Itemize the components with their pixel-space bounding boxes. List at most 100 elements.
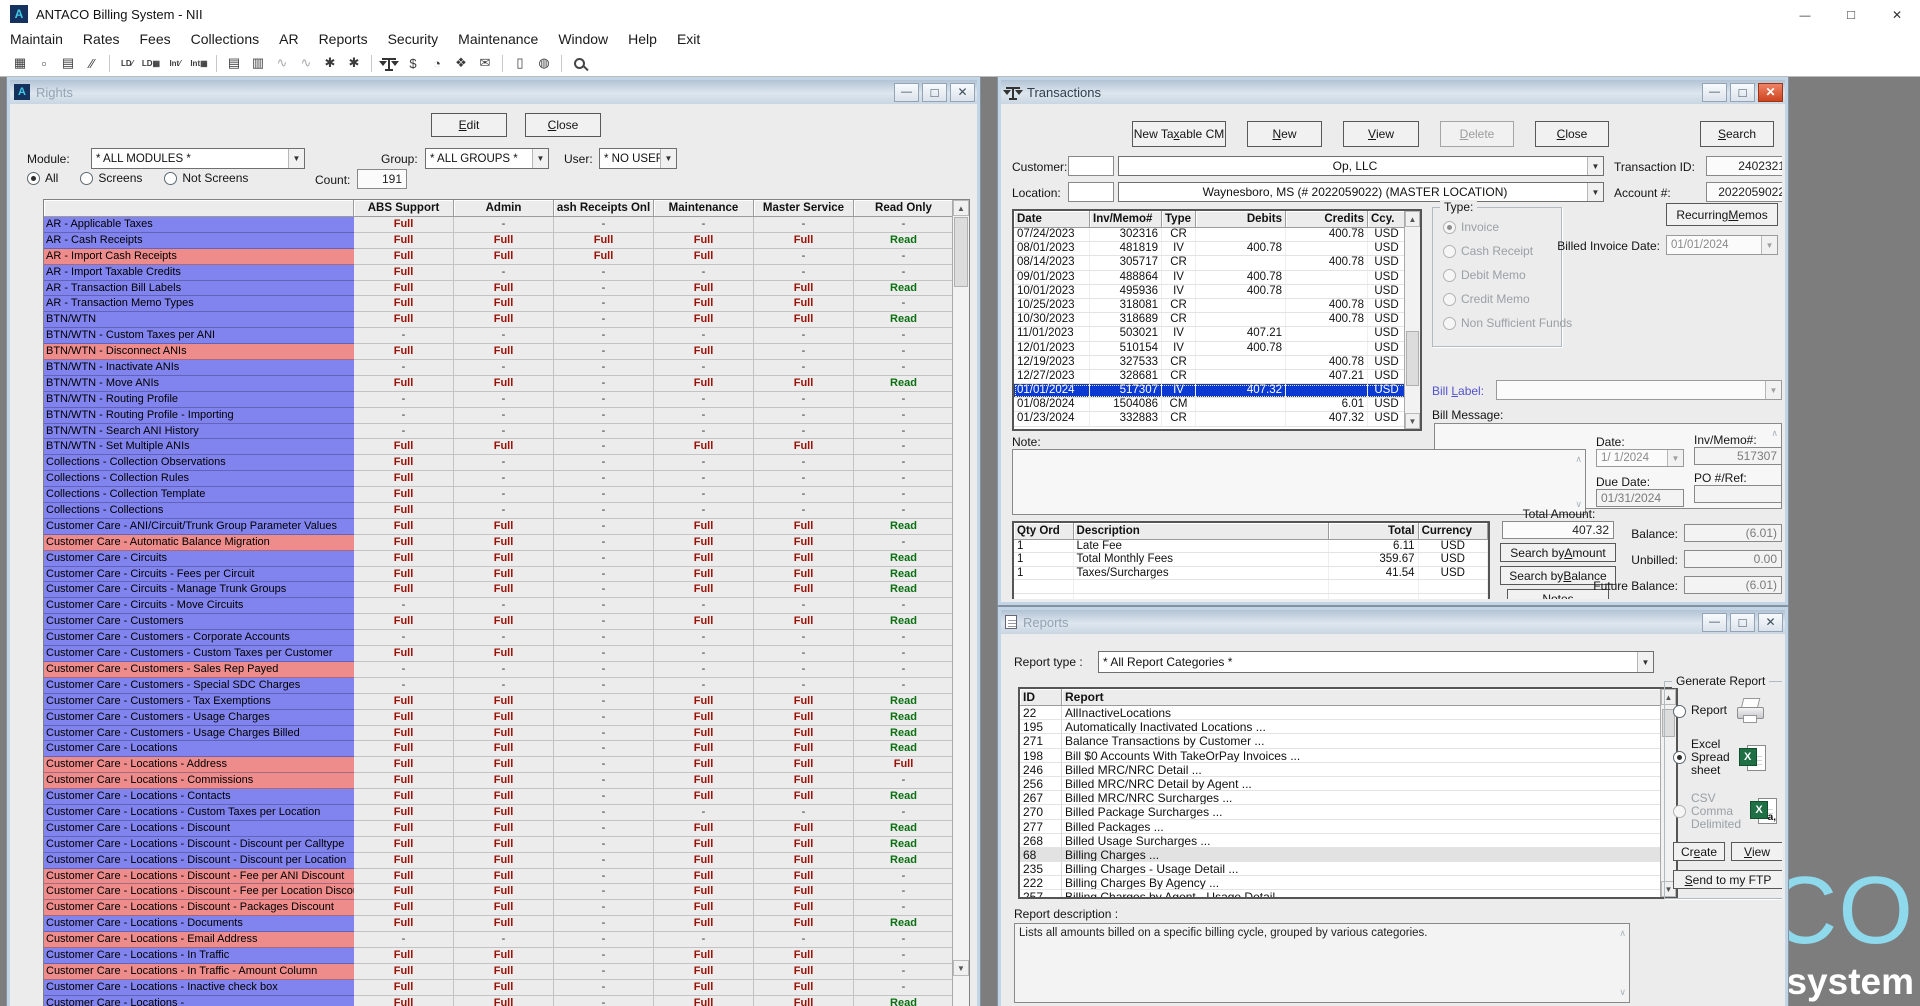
payments-icon[interactable]: $ xyxy=(402,53,424,73)
report-row[interactable]: 22AllInactiveLocations xyxy=(1020,706,1676,720)
rights-row[interactable]: AR - Transaction Memo TypesFullFull-Full… xyxy=(44,296,969,312)
chevron-up-icon[interactable]: ∧ xyxy=(1771,428,1778,439)
type-radio-debit-memo[interactable]: Debit Memo xyxy=(1443,268,1572,282)
rights-restore-icon[interactable] xyxy=(922,83,947,102)
web-icon[interactable]: ◍ xyxy=(533,53,555,73)
rights-row[interactable]: AR - Cash ReceiptsFullFullFullFullFullRe… xyxy=(44,233,969,249)
fees-icon[interactable]: ❖ xyxy=(450,53,472,73)
note-box[interactable]: ∧ ∨ xyxy=(1012,449,1586,515)
rights-row[interactable]: Customer Care - Locations - ContactsFull… xyxy=(44,789,969,805)
report-row[interactable]: 195Automatically Inactivated Locations .… xyxy=(1020,720,1676,734)
location-select[interactable]: Waynesboro, MS (# 2022059022) (MASTER LO… xyxy=(1118,182,1604,202)
location-code-input[interactable] xyxy=(1068,182,1114,202)
rights-row[interactable]: Customer Care - Locations - In Traffic -… xyxy=(44,964,969,980)
scroll-down-icon[interactable]: ▼ xyxy=(1405,413,1420,429)
transaction-row[interactable]: 01/01/2024517307IV407.32USD xyxy=(1014,384,1420,398)
report-row[interactable]: 277Billed Packages ... xyxy=(1020,820,1676,834)
locations-icon[interactable]: ▤ xyxy=(57,53,79,73)
transactions-column-header[interactable]: Inv/Memo# xyxy=(1090,211,1162,228)
rights-row[interactable]: BTN/WTN - Search ANI History------ xyxy=(44,424,969,440)
process-alt-icon[interactable]: ✱ xyxy=(343,53,365,73)
view-button[interactable]: View xyxy=(1343,121,1419,147)
items-column-header[interactable]: Currency xyxy=(1419,523,1488,540)
chevron-down-icon[interactable] xyxy=(1587,157,1603,175)
view-button[interactable]: View xyxy=(1731,842,1782,861)
menu-maintain[interactable]: Maintain xyxy=(0,31,73,47)
rights-row[interactable]: Collections - Collection ObservationsFul… xyxy=(44,455,969,471)
report-row[interactable]: 270Billed Package Surcharges ... xyxy=(1020,805,1676,819)
rights-row[interactable]: AR - Import Taxable CreditsFull----- xyxy=(44,265,969,281)
scroll-thumb[interactable] xyxy=(1406,331,1419,386)
create-button[interactable]: Create xyxy=(1673,842,1725,861)
bill-label-select[interactable] xyxy=(1496,380,1782,400)
report-description-box[interactable]: Lists all amounts billed on a specific b… xyxy=(1014,923,1630,1003)
menu-help[interactable]: Help xyxy=(618,31,667,47)
transactions-column-header[interactable]: Debits xyxy=(1196,211,1286,228)
rights-row[interactable]: Customer Care - Locations - DocumentsFul… xyxy=(44,916,969,932)
ani-icon[interactable]: ▫ xyxy=(33,53,55,73)
menu-fees[interactable]: Fees xyxy=(130,31,181,47)
close-icon[interactable] xyxy=(1874,0,1920,28)
rights-row[interactable]: Customer Care - Circuits - Manage Trunk … xyxy=(44,582,969,598)
chevron-down-icon[interactable] xyxy=(1587,183,1603,201)
rights-row[interactable]: Customer Care - CircuitsFullFull-FullFul… xyxy=(44,551,969,567)
rights-column-header[interactable] xyxy=(44,200,354,217)
transaction-row[interactable]: 09/01/2023488864IV400.78USD xyxy=(1014,271,1420,285)
rights-row[interactable]: Customer Care - Circuits - Fees per Circ… xyxy=(44,567,969,583)
transaction-row[interactable]: 08/01/2023481819IV400.78USD xyxy=(1014,242,1420,256)
customer-code-input[interactable] xyxy=(1068,156,1114,176)
chevron-up-icon[interactable]: ∧ xyxy=(1575,454,1582,465)
chevron-down-icon[interactable] xyxy=(532,149,548,168)
customer-select[interactable]: Op, LLC xyxy=(1118,156,1604,176)
transactions-grid-scrollbar[interactable]: ▲ ▼ xyxy=(1404,211,1420,429)
transaction-row[interactable]: 08/14/2023305717CR400.78USD xyxy=(1014,256,1420,270)
rights-row[interactable]: Customer Care - Customers - Usage Charge… xyxy=(44,726,969,742)
rights-row[interactable]: Customer Care - Locations - Discount - F… xyxy=(44,884,969,900)
scroll-up-icon[interactable]: ▲ xyxy=(1405,211,1420,227)
collections-icon[interactable]: ◔ xyxy=(426,53,448,73)
chevron-down-icon[interactable] xyxy=(660,149,676,168)
transactions-column-header[interactable]: Credits xyxy=(1286,211,1368,228)
rights-minimize-icon[interactable] xyxy=(894,83,919,102)
ld-rates-icon[interactable]: LD⁄ xyxy=(116,53,138,73)
printer-icon[interactable] xyxy=(1735,698,1765,724)
rights-row[interactable]: BTN/WTN - Routing Profile - Importing---… xyxy=(44,408,969,424)
rights-row[interactable]: Customer Care - Locations - DiscountFull… xyxy=(44,821,969,837)
rights-row[interactable]: Customer Care - ANI/Circuit/Trunk Group … xyxy=(44,519,969,535)
rights-row[interactable]: Collections - Collection RulesFull----- xyxy=(44,471,969,487)
rights-row[interactable]: BTN/WTNFullFull-FullFullRead xyxy=(44,312,969,328)
reports-close-icon[interactable] xyxy=(1758,613,1783,632)
rates-icon[interactable]: ⁄⁄ xyxy=(81,53,103,73)
transaction-row[interactable]: 10/30/2023318689CR400.78USD xyxy=(1014,313,1420,327)
transaction-row[interactable]: 12/01/2023510154IV400.78USD xyxy=(1014,342,1420,356)
items-column-header[interactable]: Qty Ord xyxy=(1014,523,1074,540)
menu-window[interactable]: Window xyxy=(548,31,618,47)
menu-reports[interactable]: Reports xyxy=(309,31,378,47)
invoices-icon[interactable]: ▤ xyxy=(223,53,245,73)
report-row[interactable]: 271Balance Transactions by Customer ... xyxy=(1020,734,1676,748)
usage-icon[interactable]: ∿ xyxy=(271,53,293,73)
rights-row[interactable]: Customer Care - Locations - AddressFullF… xyxy=(44,757,969,773)
report-row[interactable]: 198Bill $0 Accounts With TakeOrPay Invoi… xyxy=(1020,749,1676,763)
reports-titlebar[interactable]: Reports xyxy=(1001,610,1785,634)
rights-column-header[interactable]: Admin xyxy=(454,200,554,217)
rights-row[interactable]: Customer Care - Locations - Email Addres… xyxy=(44,932,969,948)
menu-exit[interactable]: Exit xyxy=(667,31,710,47)
rights-row[interactable]: Customer Care - LocationsFullFull-FullFu… xyxy=(44,741,969,757)
rights-row[interactable]: Customer Care - Locations - Discount - D… xyxy=(44,837,969,853)
module-select[interactable]: * ALL MODULES * xyxy=(91,148,305,169)
rights-row[interactable]: BTN/WTN - Inactivate ANIs------ xyxy=(44,360,969,376)
rights-row[interactable]: Customer Care - Customers - Custom Taxes… xyxy=(44,646,969,662)
date-select[interactable]: 1/ 1/2024 xyxy=(1596,449,1684,467)
minimize-icon[interactable] xyxy=(1782,0,1828,28)
close-button[interactable]: Close xyxy=(1535,121,1609,147)
scroll-down-icon[interactable]: ▼ xyxy=(953,960,969,976)
intl-rate-sheet-icon[interactable]: Int▦ xyxy=(188,53,210,73)
edit-button[interactable]: Edit xyxy=(431,113,507,137)
reports-restore-icon[interactable] xyxy=(1730,613,1755,632)
generate-radio-report[interactable]: Report xyxy=(1673,704,1727,717)
customers-icon[interactable]: ▦ xyxy=(9,53,31,73)
rights-close-icon[interactable] xyxy=(950,83,975,102)
rights-row[interactable]: Customer Care - Locations - In TrafficFu… xyxy=(44,948,969,964)
ld-rate-sheet-icon[interactable]: LD▦ xyxy=(140,53,162,73)
